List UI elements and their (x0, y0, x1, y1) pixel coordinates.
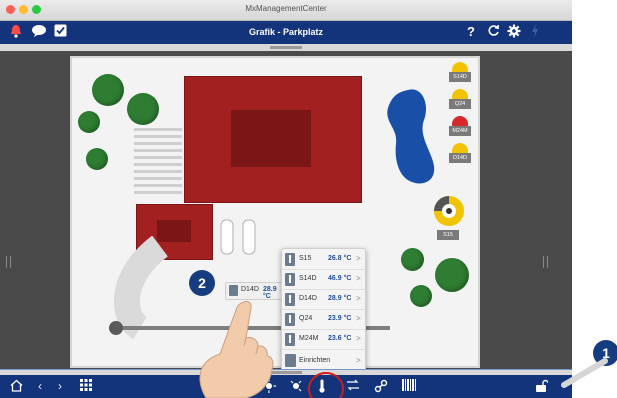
stairs (134, 142, 182, 145)
sensor-label: M24M (449, 126, 471, 136)
grid-icon[interactable] (80, 379, 92, 394)
gear-icon[interactable] (507, 24, 521, 42)
popup-item-value: 46.9 °C (328, 275, 352, 282)
tree (410, 285, 432, 307)
refresh-icon[interactable] (487, 24, 500, 41)
left-panel-handle[interactable] (6, 256, 11, 268)
bottom-resize-handle[interactable] (270, 371, 302, 374)
popup-setup-item[interactable]: Einrichten > (282, 351, 365, 371)
popup-item-name: D14D (299, 295, 317, 302)
popup-item[interactable]: S15 26.8 °C > (282, 249, 365, 270)
top-resize-handle[interactable] (270, 46, 302, 49)
shutter-icon[interactable] (346, 379, 360, 394)
sensor-label: Q24 (449, 99, 471, 109)
chevron-right-icon[interactable]: › (58, 379, 62, 393)
tree (435, 258, 469, 292)
link-icon[interactable] (374, 379, 388, 396)
stairs (134, 128, 182, 131)
sensor-label: S14D (449, 72, 471, 82)
window-title: MxManagementCenter (245, 4, 327, 13)
popup-item-name: S14D (299, 275, 317, 282)
popup-item[interactable]: D14D 28.9 °C > (282, 289, 365, 310)
thermometer-icon (285, 253, 295, 266)
setup-tools-icon (285, 354, 296, 367)
chevron-right-icon: > (356, 294, 361, 303)
popup-item[interactable]: Q24 23.9 °C > (282, 309, 365, 330)
sensor-label: S15 (437, 230, 459, 240)
stairs (134, 149, 182, 152)
chevron-right-icon: > (356, 254, 361, 263)
chevron-left-icon[interactable]: ‹ (38, 379, 42, 393)
bottom-toolbar: ‹ › (0, 372, 572, 398)
stairs (134, 177, 182, 180)
top-resize-strip[interactable] (0, 44, 572, 51)
stairs (134, 163, 182, 166)
sensor-label: D14D (449, 153, 471, 163)
chevron-right-icon: > (356, 274, 361, 283)
tree (127, 93, 159, 125)
popup-item-name: S15 (299, 255, 312, 262)
app-window: MxManagementCenter Grafik - Parkplatz ? (0, 0, 572, 398)
tree (86, 148, 108, 170)
lake (387, 89, 435, 184)
selected-highlight-ring (308, 372, 344, 398)
window-titlebar: MxManagementCenter (0, 0, 572, 21)
chevron-right-icon: > (356, 334, 361, 343)
dimmer-icon[interactable] (289, 379, 303, 396)
stairs (134, 191, 182, 194)
thermometer-icon (285, 313, 295, 326)
popup-item[interactable]: M24M 23.6 °C > (282, 329, 365, 350)
popup-item-value: 23.9 °C (328, 315, 352, 322)
popup-item-value: 26.8 °C (328, 255, 352, 262)
sensor-popup-menu: S15 26.8 °C > S14D 46.9 °C > D14D 28.9 °… (281, 248, 366, 374)
stairs (134, 170, 182, 173)
tree (78, 111, 100, 133)
chevron-right-icon: > (356, 356, 361, 365)
lightning-icon[interactable] (531, 24, 539, 42)
thermometer-icon (285, 333, 295, 346)
popup-setup-label: Einrichten (299, 357, 331, 364)
hand-gesture-illustration (199, 300, 274, 398)
popup-item-name: M24M (299, 335, 319, 342)
right-panel-handle[interactable] (543, 256, 548, 268)
tree (401, 248, 424, 271)
popup-item[interactable]: S14D 46.9 °C > (282, 269, 365, 290)
main-building-courtyard (231, 110, 311, 167)
chevron-right-icon: > (356, 314, 361, 323)
help-icon[interactable]: ? (467, 24, 475, 40)
main-building (184, 76, 362, 203)
stairs (134, 135, 182, 138)
step-2-badge: 2 (189, 270, 215, 296)
popup-item-value: 23.6 °C (328, 335, 352, 342)
thermometer-icon (285, 273, 295, 286)
sensor-marker-large[interactable]: S15 (432, 194, 468, 244)
sensor-gauge-icon (434, 196, 464, 226)
home-icon[interactable] (10, 379, 23, 395)
stairs (134, 156, 182, 159)
tree (92, 74, 124, 106)
stairs (134, 184, 182, 187)
tooltip-sensor-name: D14D (241, 286, 259, 293)
barcode-icon[interactable] (402, 379, 416, 394)
thermometer-icon (285, 293, 295, 306)
unlock-icon[interactable] (534, 379, 549, 396)
top-toolbar: Grafik - Parkplatz ? (0, 21, 572, 44)
popup-item-name: Q24 (299, 315, 313, 322)
pointer-line (561, 358, 608, 388)
popup-item-value: 28.9 °C (328, 295, 352, 302)
thermometer-icon (229, 285, 238, 296)
